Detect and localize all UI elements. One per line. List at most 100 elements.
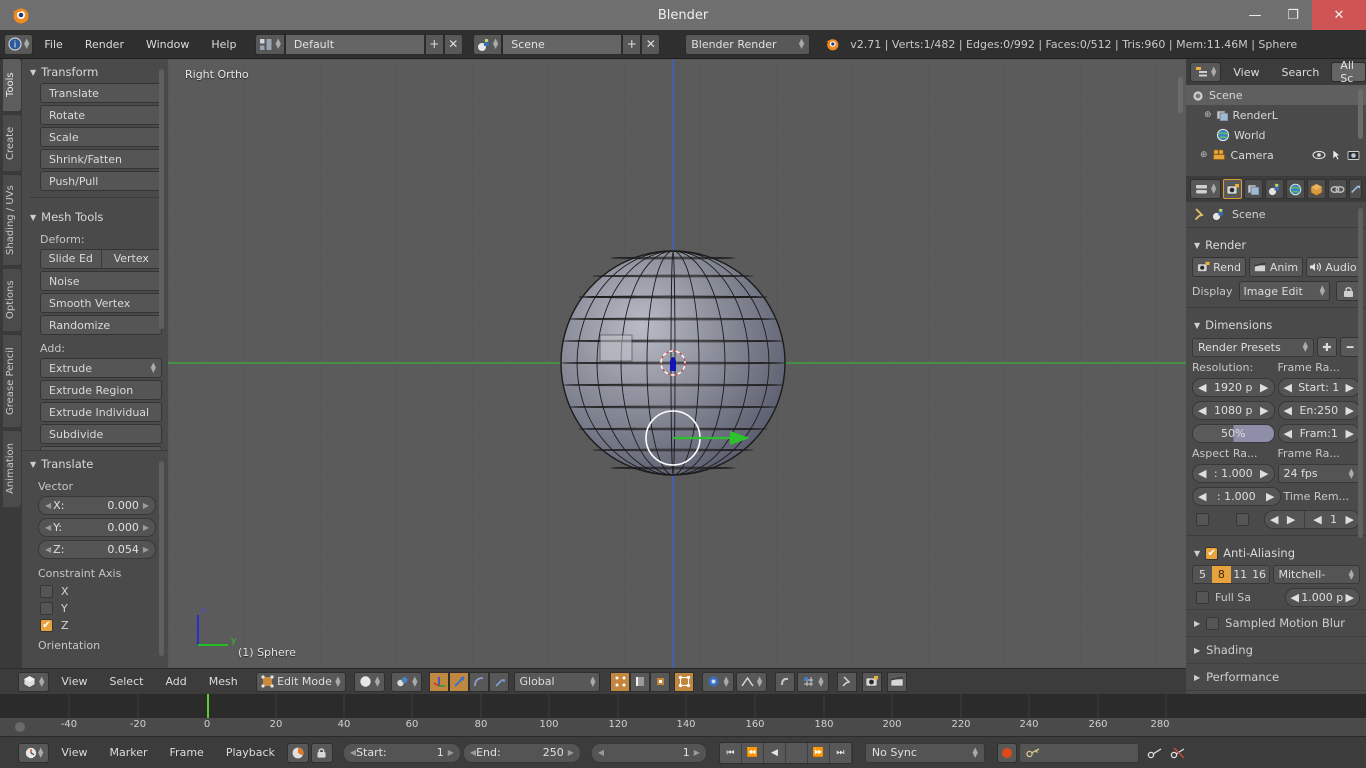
sidebar-item-options[interactable]: Options xyxy=(3,269,21,331)
pin-icon[interactable] xyxy=(836,671,857,692)
tab-constraints[interactable] xyxy=(1328,179,1348,199)
render-panel-header[interactable]: ▼ Render xyxy=(1186,232,1366,255)
render-presets-selector[interactable]: Render Presets ▲ ▼ xyxy=(1192,337,1314,357)
tab-world[interactable] xyxy=(1286,179,1306,199)
slide-edge-button[interactable]: Slide Ed xyxy=(41,250,102,268)
tab-object[interactable] xyxy=(1307,179,1327,199)
jump-end-button[interactable]: ⏭ xyxy=(829,742,852,763)
aa-samples-segments[interactable]: 5 8 11 16 xyxy=(1192,565,1270,584)
viewport-menu-select[interactable]: Select xyxy=(100,675,154,688)
sync-mode-selector[interactable]: No Sync ▲ ▼ xyxy=(864,742,985,763)
panel-performance[interactable]: ▶ Performance xyxy=(1186,663,1366,690)
manipulator-toggle-icon[interactable] xyxy=(489,671,510,692)
menu-render[interactable]: Render xyxy=(74,34,135,55)
toolshelf-scrollbar[interactable] xyxy=(159,69,164,329)
editor-type-selector-timeline[interactable]: ▲ ▼ xyxy=(18,742,50,763)
outliner-row-renderlayer[interactable]: ⊕ RenderL xyxy=(1186,105,1366,125)
preset-add-button[interactable]: ✚ xyxy=(1317,337,1337,357)
menu-file[interactable]: File xyxy=(33,34,73,55)
snap-target-selector[interactable]: ▲ ▼ xyxy=(797,671,829,692)
frame-start-field[interactable]: ◀ Start: 1 ▶ xyxy=(342,742,461,763)
outliner-menu-search[interactable]: Search xyxy=(1272,66,1330,79)
preset-remove-button[interactable]: ━ xyxy=(1340,337,1360,357)
tab-modifiers[interactable] xyxy=(1349,179,1363,199)
deform-split-buttons[interactable]: Slide Ed Vertex xyxy=(40,249,162,269)
pivot-point-selector[interactable]: ▲ ▼ xyxy=(391,671,423,692)
sidebar-item-tools[interactable]: Tools xyxy=(3,59,21,111)
limit-selection-visible-icon[interactable] xyxy=(674,671,695,692)
aspect-x-field[interactable]: ◀: 1.000 ▶ xyxy=(1192,464,1275,483)
snap-magnet-icon[interactable] xyxy=(775,671,796,692)
outliner-row-scene[interactable]: Scene xyxy=(1186,85,1366,105)
prev-keyframe-button[interactable]: ⏪ xyxy=(741,742,764,763)
scene-selector-icon-button[interactable]: ▲ ▼ xyxy=(472,33,503,55)
record-button[interactable] xyxy=(996,742,1017,763)
checkbox-y[interactable] xyxy=(40,602,53,615)
aa-filter-selector[interactable]: Mitchell- ▲ ▼ xyxy=(1272,565,1360,584)
antialiasing-panel-header[interactable]: ▼ ✔ Anti-Aliasing xyxy=(1186,540,1366,563)
outliner-row-camera[interactable]: ⊕ Camera xyxy=(1186,145,1366,165)
editor-type-selector-outliner[interactable]: ▲ ▼ xyxy=(1190,62,1222,82)
scene-remove-button[interactable]: ✕ xyxy=(641,33,661,55)
checkbox-x[interactable] xyxy=(40,585,53,598)
resolution-percentage-slider[interactable]: 50% xyxy=(1192,424,1275,443)
extrude-region-button[interactable]: Extrude Region xyxy=(40,380,162,400)
editor-type-selector-properties[interactable]: ▲ ▼ xyxy=(1190,179,1222,199)
timeline-menu-view[interactable]: View xyxy=(51,746,97,759)
cursor-arrow-icon[interactable] xyxy=(1331,149,1342,161)
sidebar-item-animation[interactable]: Animation xyxy=(3,431,21,507)
sidebar-item-shading-uvs[interactable]: Shading / UVs xyxy=(3,175,21,265)
noise-button[interactable]: Noise xyxy=(40,271,162,291)
timeline-playhead[interactable] xyxy=(207,694,209,718)
transform-orientation-selector[interactable]: Global ▲ ▼ xyxy=(514,671,601,692)
operator-panel-scrollbar[interactable] xyxy=(159,461,164,656)
frame-end-field[interactable]: ◀ End: 250 ▶ xyxy=(462,742,581,763)
render-audio-button[interactable]: Audio xyxy=(1306,257,1360,277)
layout-remove-button[interactable]: ✕ xyxy=(443,33,463,55)
keying-set-field[interactable] xyxy=(1018,742,1139,763)
render-image-button[interactable]: Rend xyxy=(1192,257,1246,277)
outliner-menu-view[interactable]: View xyxy=(1223,66,1269,79)
viewport-menu-add[interactable]: Add xyxy=(155,675,196,688)
rotate-button[interactable]: Rotate xyxy=(40,105,162,125)
frame-end-field[interactable]: ◀ En:250 ▶ xyxy=(1277,401,1360,420)
screen-layout-selector[interactable]: ▲ ▼ xyxy=(255,33,285,55)
falloff-curve-selector[interactable]: ▲ ▼ xyxy=(735,671,768,692)
aa-filter-size-field[interactable]: ◀ 1.000 p ▶ xyxy=(1284,588,1360,607)
sidebar-item-grease-pencil[interactable]: Grease Pencil xyxy=(3,335,21,427)
motion-blur-checkbox[interactable] xyxy=(1206,616,1220,630)
mesh-tools-panel-header[interactable]: ▼ Mesh Tools xyxy=(22,204,168,228)
viewport-menu-mesh[interactable]: Mesh xyxy=(199,675,248,688)
screen-layout-value[interactable]: Default xyxy=(284,33,425,55)
timeline-editor[interactable]: -40 -20 0 20 40 60 80 100 120 140 160 18… xyxy=(0,694,1366,736)
timeline-menu-playback[interactable]: Playback xyxy=(216,746,285,759)
play-reverse-button[interactable]: ◀ xyxy=(763,742,786,763)
vertex-select-icon[interactable] xyxy=(610,671,631,692)
subdivide-button[interactable]: Subdivide xyxy=(40,424,162,444)
scale-manipulator-icon[interactable] xyxy=(469,671,490,692)
auto-keying-button[interactable] xyxy=(286,742,309,763)
transform-panel-header[interactable]: ▼ Transform xyxy=(22,59,168,83)
smooth-vertex-button[interactable]: Smooth Vertex xyxy=(40,293,162,313)
mode-selector[interactable]: Edit Mode ▲ ▼ xyxy=(255,671,346,692)
outliner-scrollbar[interactable] xyxy=(1358,89,1363,139)
fps-selector[interactable]: 24 fps ▲ ▼ xyxy=(1277,464,1360,483)
antialiasing-checkbox[interactable]: ✔ xyxy=(1205,546,1219,560)
tab-scene[interactable] xyxy=(1265,179,1285,199)
menu-window[interactable]: Window xyxy=(135,34,200,55)
editor-type-selector-3dview[interactable]: ▲ ▼ xyxy=(18,671,50,692)
outliner-display-mode[interactable]: All Sc xyxy=(1331,59,1366,85)
current-frame-field[interactable]: ◀ 1 ▶ xyxy=(590,742,707,763)
resolution-y-field[interactable]: ◀ 1080 p ▶ xyxy=(1192,401,1275,420)
translate-x-field[interactable]: ◀ X: 0.000 ▶ xyxy=(38,496,156,515)
translate-panel-header[interactable]: ▼ Translate xyxy=(22,451,168,475)
translate-manipulator-icon[interactable] xyxy=(429,671,450,692)
aa-sample-11[interactable]: 11 xyxy=(1230,566,1250,583)
panel-shading[interactable]: ▶ Shading xyxy=(1186,636,1366,663)
aa-sample-8[interactable]: 8 xyxy=(1211,566,1231,583)
translate-z-field[interactable]: ◀ Z: 0.054 ▶ xyxy=(38,540,156,559)
edge-select-icon[interactable] xyxy=(630,671,651,692)
properties-scrollbar[interactable] xyxy=(1358,208,1363,538)
tab-render[interactable] xyxy=(1223,179,1243,199)
face-select-icon[interactable] xyxy=(650,671,671,692)
